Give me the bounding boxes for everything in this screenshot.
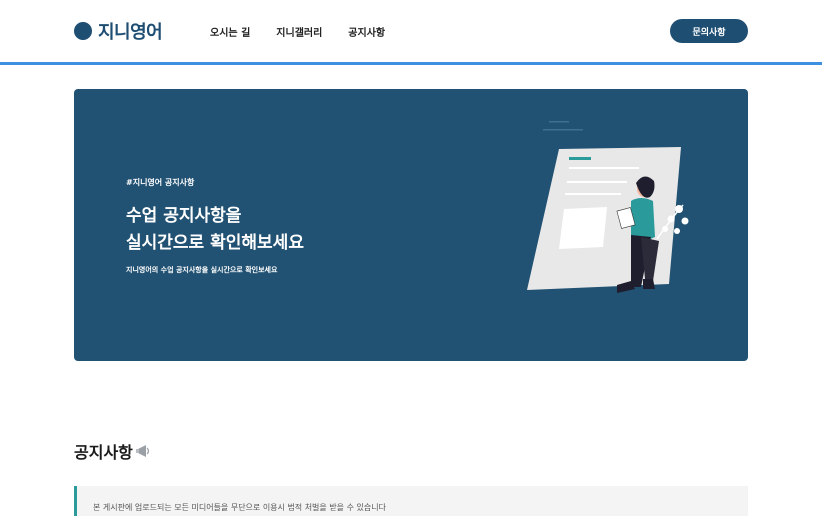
- section-title: 공지사항: [74, 443, 133, 462]
- hero-title-line1: 수업 공지사항을: [126, 206, 242, 226]
- logo-text: 지니영어: [98, 22, 163, 43]
- section-heading: 공지사항: [74, 439, 152, 463]
- hero-banner: #지니영어 공지사항 수업 공지사항을 실시간으로 확인해보세요 지니영어의 수…: [74, 89, 748, 361]
- inquiry-button[interactable]: 문의사항: [670, 19, 748, 43]
- hero-description: 지니영어의 수업 공지사항을 실시간으로 확인보세요: [126, 266, 278, 274]
- megaphone-icon: [135, 445, 149, 457]
- main-nav: 오시는 길 지니갤러리 공지사항: [210, 24, 385, 39]
- hero-illustration: [527, 121, 689, 293]
- logo-dot-icon: [74, 22, 92, 40]
- hero-title-line2: 실시간으로 확인해보세요: [126, 233, 304, 253]
- nav-item-directions[interactable]: 오시는 길: [210, 24, 250, 39]
- hero-tag: #지니영어 공지사항: [126, 178, 195, 187]
- nav-item-notice[interactable]: 공지사항: [348, 24, 385, 39]
- notice-text: 본 게시판에 업로드되는 모든 미디어들을 무단으로 이용시 법적 처벌을 받을…: [93, 503, 386, 512]
- header-divider: [0, 62, 822, 65]
- hero-title: 수업 공지사항을 실시간으로 확인해보세요: [126, 203, 304, 257]
- site-header: 지니영어 오시는 길 지니갤러리 공지사항 문의사항: [0, 0, 822, 62]
- nav-item-gallery[interactable]: 지니갤러리: [276, 24, 322, 39]
- logo[interactable]: 지니영어: [74, 19, 163, 43]
